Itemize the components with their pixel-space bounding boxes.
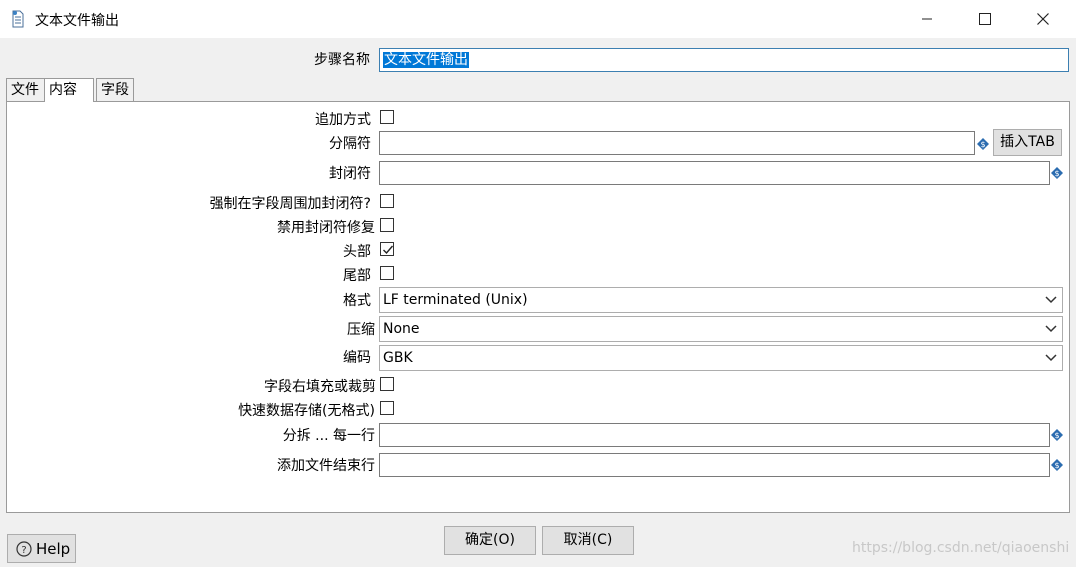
svg-text:$: $ <box>1054 431 1059 440</box>
append-label: 追加方式 <box>315 112 371 128</box>
ok-button[interactable]: 确定(O) <box>444 526 536 555</box>
disable-enclosure-fix-checkbox[interactable] <box>380 218 394 232</box>
fast-dump-label: 快速数据存储(无格式) <box>238 403 375 419</box>
enclosure-label: 封闭符 <box>329 166 371 182</box>
svg-text:$: $ <box>980 140 985 149</box>
step-name-input[interactable]: 文本文件输出 <box>379 48 1069 72</box>
append-checkbox[interactable] <box>380 110 394 124</box>
compression-select[interactable]: None <box>379 316 1063 342</box>
svg-text:?: ? <box>21 545 26 556</box>
encoding-select[interactable]: GBK <box>379 345 1063 371</box>
help-label: Help <box>36 540 71 558</box>
minimize-icon[interactable] <box>898 0 956 38</box>
step-name-value: 文本文件输出 <box>383 52 469 68</box>
help-button[interactable]: ? Help <box>7 534 76 563</box>
force-enclosure-label: 强制在字段周围加封闭符? <box>209 196 371 212</box>
insert-tab-button[interactable]: 插入TAB <box>993 129 1062 156</box>
encoding-label: 编码 <box>343 350 371 366</box>
format-select[interactable]: LF terminated (Unix) <box>379 287 1063 313</box>
variable-icon[interactable]: $ <box>1051 429 1063 441</box>
end-line-input[interactable] <box>379 453 1050 477</box>
chevron-down-icon[interactable] <box>1044 317 1058 341</box>
pad-fields-checkbox[interactable] <box>380 377 394 391</box>
tab-fields[interactable]: 字段 <box>96 78 134 101</box>
separator-label: 分隔符 <box>329 136 371 152</box>
title-bar: 文本文件输出 <box>0 0 1076 38</box>
tab-file[interactable]: 文件 <box>6 78 45 101</box>
step-name-label: 步骤名称 <box>314 52 370 68</box>
chevron-down-icon[interactable] <box>1044 346 1058 370</box>
svg-text:$: $ <box>1054 169 1059 178</box>
compression-value: None <box>383 321 420 337</box>
compression-label: 压缩 <box>347 322 375 338</box>
close-icon[interactable] <box>1014 0 1072 38</box>
maximize-icon[interactable] <box>956 0 1014 38</box>
force-enclosure-checkbox[interactable] <box>380 194 394 208</box>
format-label: 格式 <box>343 293 371 309</box>
split-every-input[interactable] <box>379 423 1050 447</box>
variable-icon[interactable]: $ <box>977 138 989 150</box>
end-line-label: 添加文件结束行 <box>277 458 375 474</box>
svg-text:$: $ <box>1054 461 1059 470</box>
window-title: 文本文件输出 <box>35 13 119 29</box>
footer-checkbox[interactable] <box>380 266 394 280</box>
separator-input[interactable] <box>379 131 975 155</box>
document-icon <box>11 10 25 28</box>
footer-label: 尾部 <box>343 268 371 284</box>
help-icon: ? <box>16 541 32 561</box>
fast-dump-checkbox[interactable] <box>380 401 394 415</box>
pad-fields-label: 字段右填充或裁剪 <box>264 379 376 395</box>
encoding-value: GBK <box>383 350 413 366</box>
format-value: LF terminated (Unix) <box>383 292 528 308</box>
disable-enclosure-fix-label: 禁用封闭符修复 <box>277 220 375 236</box>
header-label: 头部 <box>343 244 371 260</box>
variable-icon[interactable]: $ <box>1051 459 1063 471</box>
enclosure-input[interactable] <box>379 161 1050 185</box>
split-every-label: 分拆 ... 每一行 <box>282 428 375 444</box>
watermark: https://blog.csdn.net/qiaoenshi <box>852 540 1070 556</box>
variable-icon[interactable]: $ <box>1051 167 1063 179</box>
chevron-down-icon[interactable] <box>1044 288 1058 312</box>
cancel-button[interactable]: 取消(C) <box>542 526 634 555</box>
header-checkbox[interactable] <box>380 242 394 256</box>
tab-content[interactable]: 内容 <box>44 78 94 102</box>
